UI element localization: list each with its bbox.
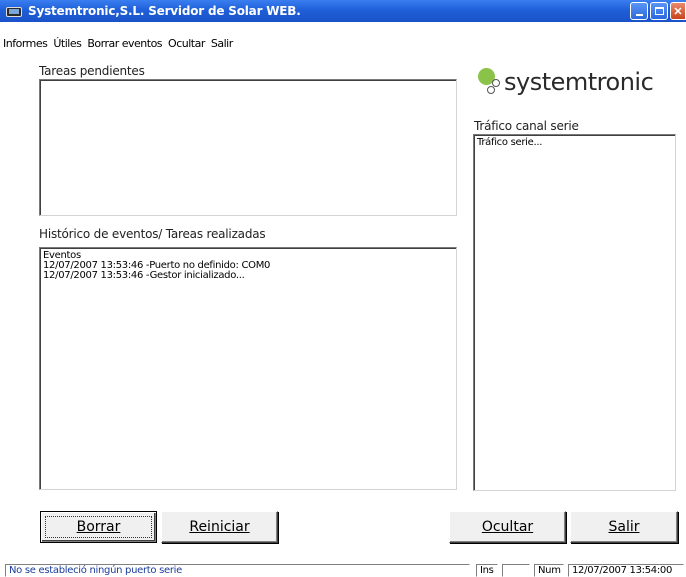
history-list[interactable]: Eventos 12/07/2007 13:53:46 -Puerto no d… <box>39 247 457 490</box>
menu-utiles[interactable]: Útiles <box>50 37 84 53</box>
logo-text: systemtronic <box>504 68 654 96</box>
app-window-icon[interactable] <box>5 4 23 18</box>
history-line: 12/07/2007 13:53:46 -Gestor inicializado… <box>43 270 245 281</box>
status-bar: No se estableció ningún puerto serie Ins… <box>0 564 686 577</box>
serial-traffic-label: Tráfico canal serie <box>474 119 579 133</box>
reiniciar-button-label: Reiniciar <box>189 519 250 535</box>
pending-tasks-list[interactable] <box>39 79 457 216</box>
salir-button[interactable]: Salir <box>570 511 678 543</box>
status-blank <box>502 564 530 577</box>
maximize-icon <box>654 7 664 15</box>
close-button[interactable]: ✕ <box>670 2 686 20</box>
status-num: Num <box>534 564 564 577</box>
menu-informes[interactable]: Informes <box>0 37 50 53</box>
status-message: No se estableció ningún puerto serie <box>5 564 470 577</box>
minimize-icon <box>635 13 643 16</box>
company-logo: systemtronic <box>472 59 686 105</box>
ocultar-button-label: Ocultar <box>481 519 534 535</box>
minimize-button[interactable] <box>630 2 648 20</box>
window-title: Systemtronic,S.L. Servidor de Solar WEB. <box>28 4 301 18</box>
serial-traffic-content: Tráfico serie... <box>477 137 543 148</box>
maximize-button[interactable] <box>650 2 668 20</box>
menu-borrar-eventos[interactable]: Borrar eventos <box>84 37 165 53</box>
reiniciar-button[interactable]: Reiniciar <box>161 511 278 543</box>
status-datetime: 12/07/2007 13:54:00 <box>568 564 684 577</box>
ocultar-button[interactable]: Ocultar <box>449 511 566 543</box>
menu-salir[interactable]: Salir <box>208 37 236 53</box>
pending-tasks-label: Tareas pendientes <box>39 64 145 78</box>
serial-traffic-box[interactable]: Tráfico serie... <box>473 134 676 491</box>
menu-bar: Informes Útiles Borrar eventos Ocultar S… <box>0 37 236 53</box>
status-ins: Ins <box>476 564 498 577</box>
borrar-button[interactable]: Borrar <box>40 511 157 543</box>
menu-ocultar[interactable]: Ocultar <box>165 37 208 53</box>
close-icon: ✕ <box>673 5 683 18</box>
title-bar[interactable]: Systemtronic,S.L. Servidor de Solar WEB.… <box>0 0 686 22</box>
history-label: Histórico de eventos/ Tareas realizadas <box>39 227 266 241</box>
salir-button-label: Salir <box>608 519 640 535</box>
